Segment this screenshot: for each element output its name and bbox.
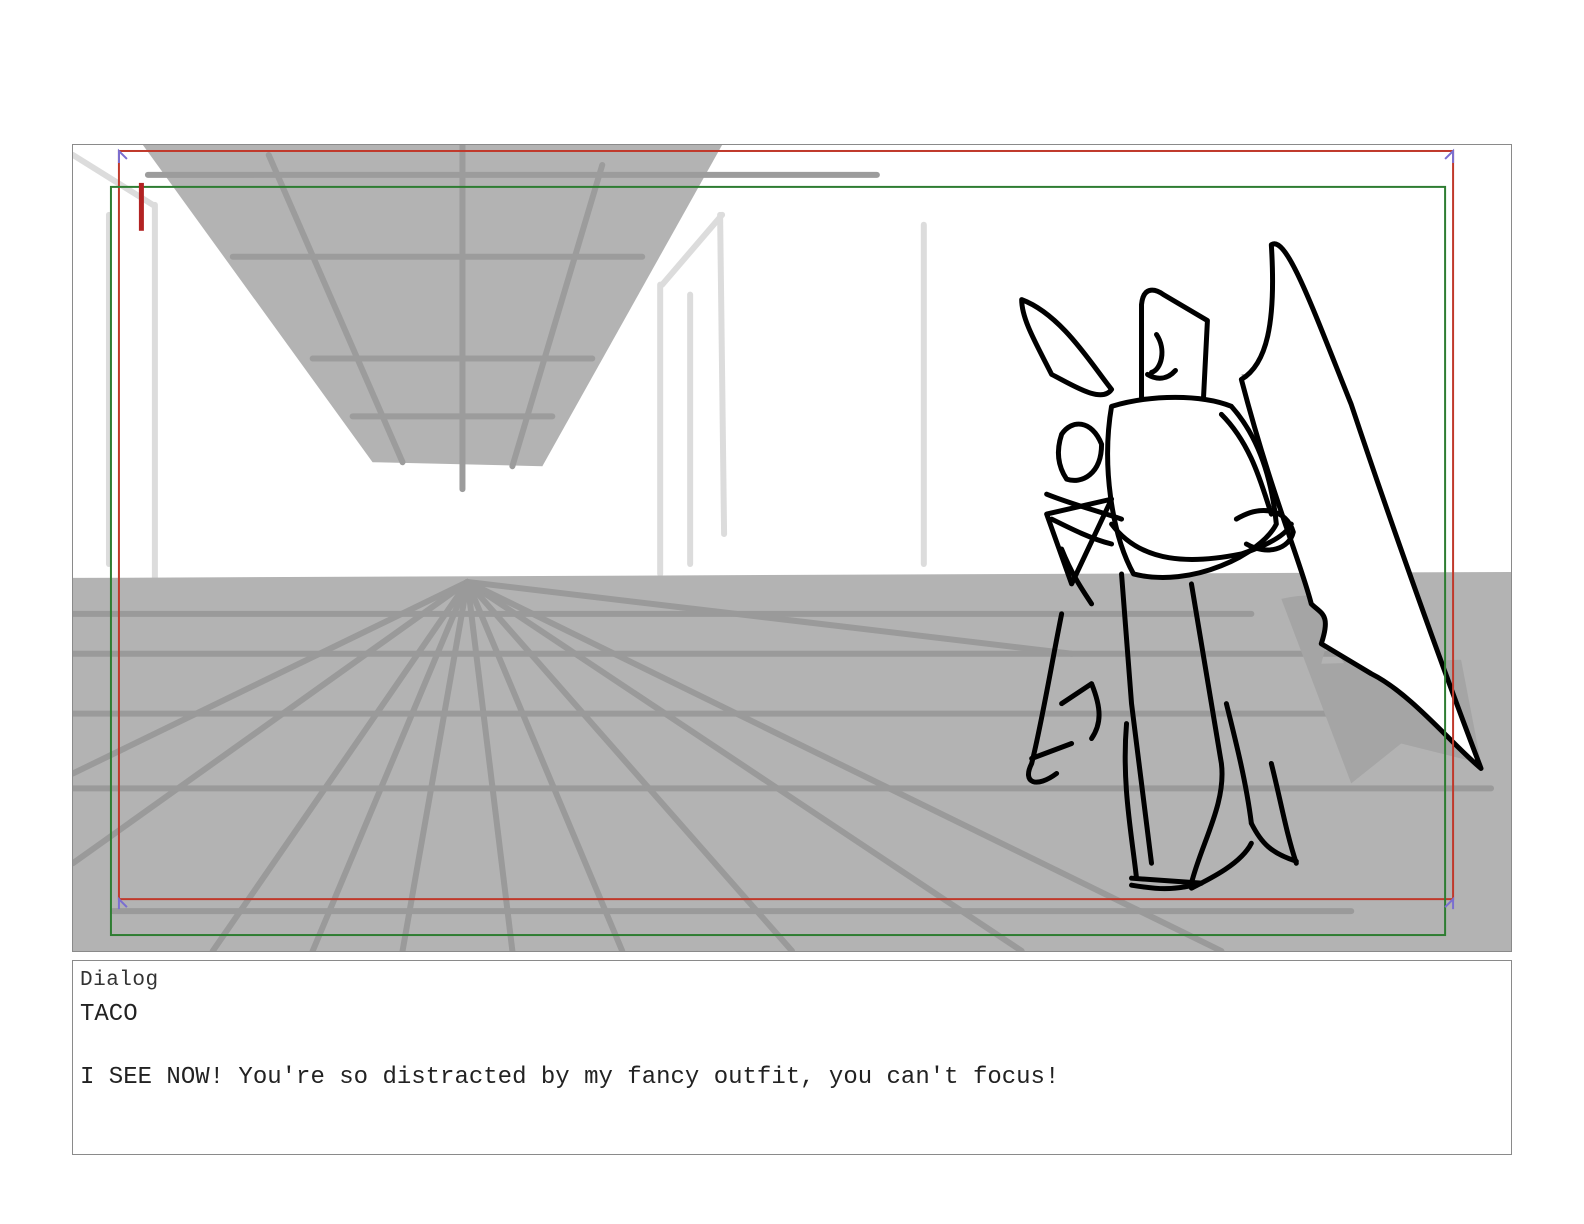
dialog-character-name: TACO (80, 1001, 138, 1028)
frame-marker (138, 182, 144, 231)
dialog-line: I SEE NOW! You're so distracted by my fa… (80, 1064, 1060, 1091)
dialog-box: Dialog TACO I SEE NOW! You're so distrac… (72, 960, 1512, 1155)
storyboard-panel (72, 144, 1512, 952)
storyboard-sketch (73, 145, 1511, 951)
dialog-label: Dialog (80, 969, 159, 992)
